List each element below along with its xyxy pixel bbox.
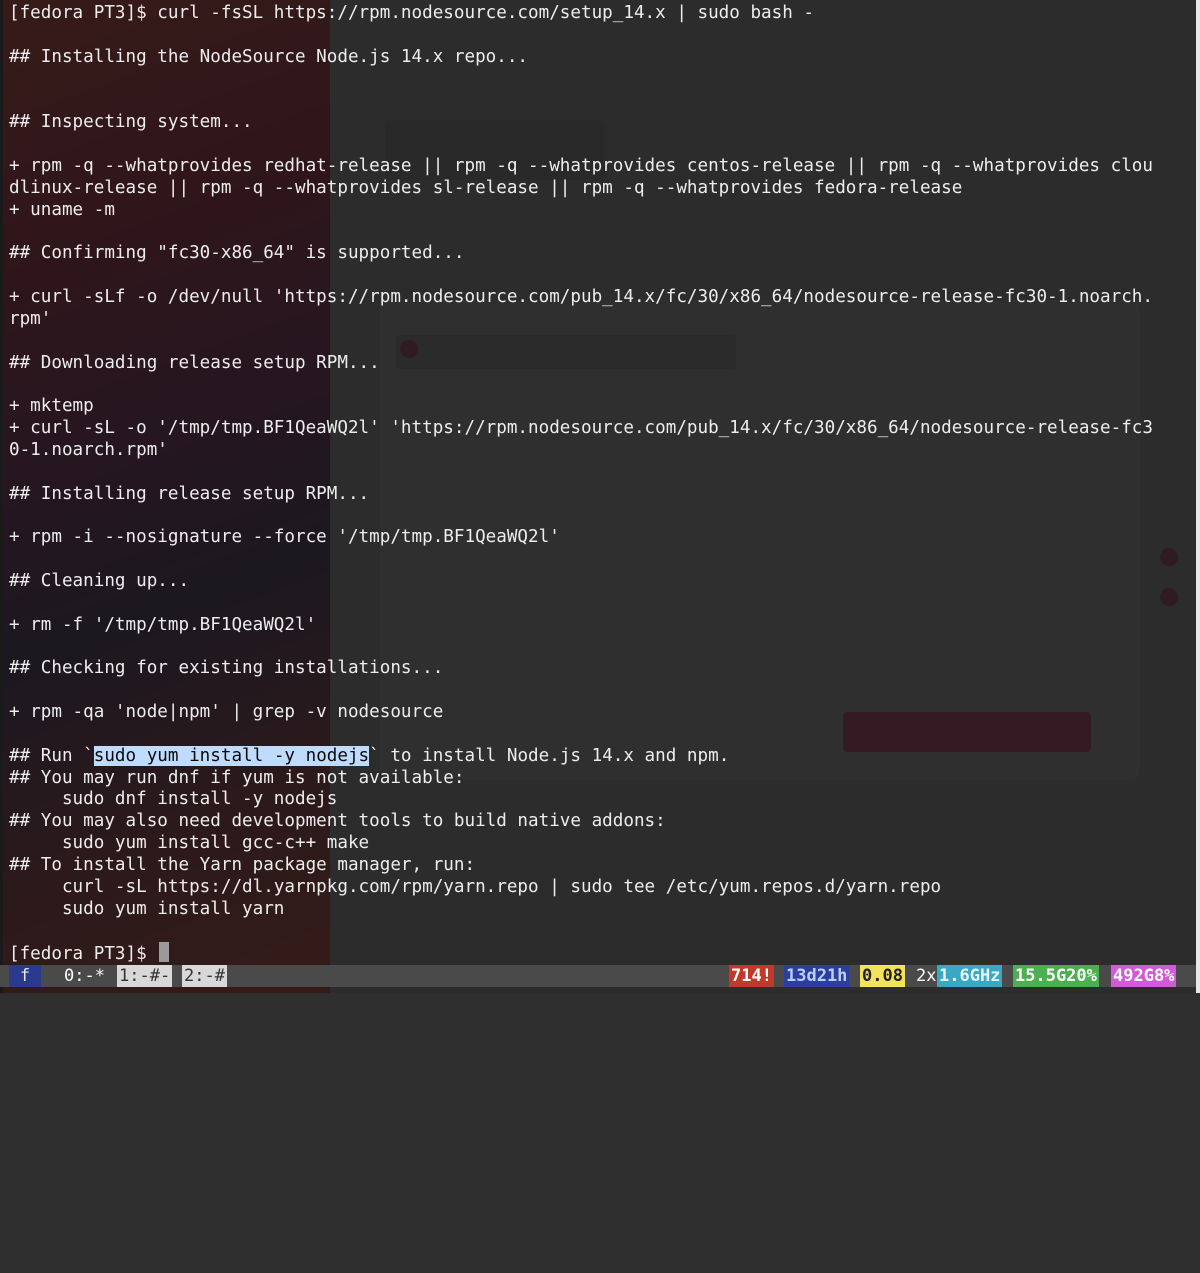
terminal-line: ## You may also need development tools t… <box>9 811 666 832</box>
terminal-line: rpm' <box>9 308 52 329</box>
terminal-line: ## You may run dnf if yum is not availab… <box>9 767 465 788</box>
selected-text-highlight[interactable]: sudo yum install -y nodejs <box>93 745 370 766</box>
terminal-line: ## Cleaning up... <box>9 570 190 591</box>
terminal-line: dlinux-release || rpm -q --whatprovides … <box>9 177 963 198</box>
terminal-window[interactable]: [fedora PT3]$ curl -fsSL https://rpm.nod… <box>0 0 1200 993</box>
terminal-line: + rpm -i --nosignature --force '/tmp/tmp… <box>9 527 560 548</box>
terminal-line: ## Downloading release setup RPM... <box>9 352 380 373</box>
terminal-line: + rpm -q --whatprovides redhat-release |… <box>9 155 1153 176</box>
shell-prompt: [fedora PT3]$ <box>9 944 158 965</box>
status-memory: 15.5G20% <box>1013 965 1099 987</box>
status-alert-count: 714! <box>729 965 774 987</box>
tmux-session-name: f <box>9 965 41 987</box>
text-cursor <box>159 942 170 963</box>
run-line-suffix: ` to install Node.js 14.x and npm. <box>369 745 730 766</box>
terminal-line: sudo yum install gcc-c++ make <box>9 833 370 854</box>
terminal-line: sudo dnf install -y nodejs <box>9 789 338 810</box>
shell-prompt-line[interactable]: [fedora PT3]$ <box>9 942 1194 964</box>
tmux-status-bar: f 0:-* 1:-#- 2:-# 714! 13d21h 0.08 2x 1.… <box>0 965 1196 987</box>
terminal-line: + rm -f '/tmp/tmp.BF1QeaWQ2l' <box>9 614 317 635</box>
terminal-line: ## Installing the NodeSource Node.js 14.… <box>9 46 529 67</box>
terminal-line: [fedora PT3]$ curl -fsSL https://rpm.nod… <box>9 3 815 23</box>
terminal-line: ## Inspecting system... <box>9 112 253 133</box>
terminal-line: ## To install the Yarn package manager, … <box>9 854 476 875</box>
terminal-line: + uname -m <box>9 199 115 220</box>
terminal-line-run-instruction: ## Run `sudo yum install -y nodejs` to i… <box>9 745 1194 768</box>
run-line-prefix: ## Run ` <box>9 745 94 766</box>
status-cpu-count: 2x <box>914 965 939 987</box>
terminal-line: ## Confirming "fc30-x86_64" is supported… <box>9 243 465 264</box>
tmux-window-2[interactable]: 2:-# <box>182 965 227 987</box>
window-edge <box>0 0 3 993</box>
terminal-line: + mktemp <box>9 396 94 417</box>
terminal-line: 0-1.noarch.rpm' <box>9 439 168 460</box>
status-cpu-frequency: 1.6GHz <box>937 965 1003 987</box>
terminal-line: + curl -sLf -o /dev/null 'https://rpm.no… <box>9 286 1153 307</box>
tmux-window-1[interactable]: 1:-#- <box>117 965 173 987</box>
status-uptime: 13d21h <box>784 965 850 987</box>
scrollbar[interactable] <box>1196 0 1200 993</box>
terminal-line: + curl -sL -o '/tmp/tmp.BF1QeaWQ2l' 'htt… <box>9 418 1153 439</box>
status-disk: 492G8% <box>1111 965 1177 987</box>
terminal-line: ## Checking for existing installations..… <box>9 658 444 679</box>
tmux-window-0[interactable]: 0:-* <box>62 965 107 987</box>
terminal-line: + rpm -qa 'node|npm' | grep -v nodesourc… <box>9 702 444 722</box>
terminal-output: [fedora PT3]$ curl -fsSL https://rpm.nod… <box>9 3 1194 964</box>
terminal-line: ## Installing release setup RPM... <box>9 483 370 504</box>
terminal-line: sudo yum install yarn <box>9 898 285 919</box>
terminal-line: curl -sL https://dl.yarnpkg.com/rpm/yarn… <box>9 876 942 897</box>
status-load-average: 0.08 <box>860 965 905 987</box>
